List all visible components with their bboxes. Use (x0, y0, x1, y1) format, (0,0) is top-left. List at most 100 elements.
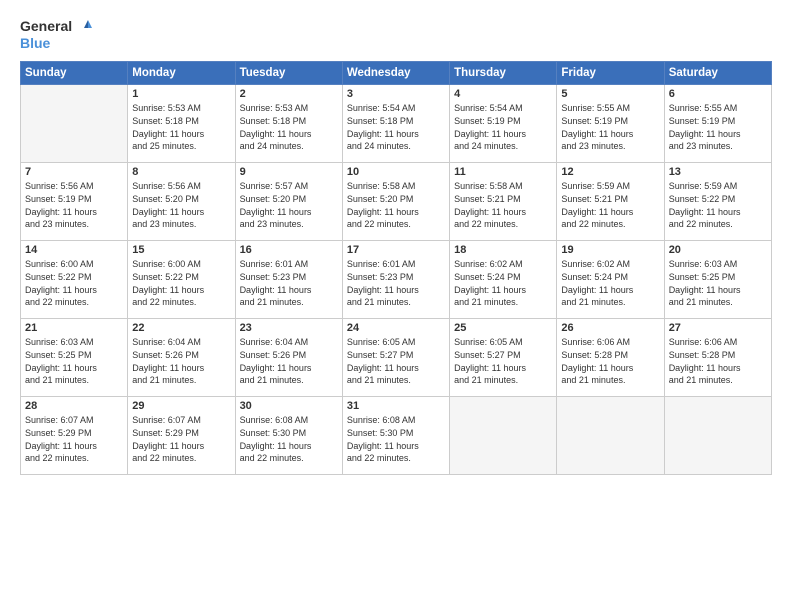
cell-info: Sunrise: 5:58 AM Sunset: 5:21 PM Dayligh… (454, 180, 552, 230)
cell-info: Sunrise: 6:03 AM Sunset: 5:25 PM Dayligh… (669, 258, 767, 308)
header-day-sunday: Sunday (21, 62, 128, 85)
day-number: 16 (240, 244, 338, 256)
cell-info: Sunrise: 6:07 AM Sunset: 5:29 PM Dayligh… (25, 414, 123, 464)
header-day-thursday: Thursday (450, 62, 557, 85)
header-day-monday: Monday (128, 62, 235, 85)
page-header: General Blue (20, 18, 772, 51)
cell-info: Sunrise: 5:55 AM Sunset: 5:19 PM Dayligh… (561, 102, 659, 152)
cell-info: Sunrise: 5:56 AM Sunset: 5:20 PM Dayligh… (132, 180, 230, 230)
day-number: 4 (454, 88, 552, 100)
calendar-cell: 17 Sunrise: 6:01 AM Sunset: 5:23 PM Dayli… (342, 241, 449, 319)
calendar-cell: 25 Sunrise: 6:05 AM Sunset: 5:27 PM Dayli… (450, 319, 557, 397)
day-number: 13 (669, 166, 767, 178)
day-number: 24 (347, 322, 445, 334)
calendar-cell: 22Sunrise: 6:04 AM Sunset: 5:26 PM Dayli… (128, 319, 235, 397)
cell-info: Sunrise: 5:53 AM Sunset: 5:18 PM Dayligh… (240, 102, 338, 152)
logo-bird-icon (74, 18, 92, 36)
cell-info: Sunrise: 6:02 AM Sunset: 5:24 PM Dayligh… (561, 258, 659, 308)
day-number: 21 (25, 322, 123, 334)
calendar-cell (450, 397, 557, 475)
day-number: 7 (25, 166, 123, 178)
calendar-week-row: 21 Sunrise: 6:03 AM Sunset: 5:25 PM Dayli… (21, 319, 772, 397)
cell-info: Sunrise: 5:56 AM Sunset: 5:19 PM Dayligh… (25, 180, 123, 230)
calendar-cell: 20 Sunrise: 6:03 AM Sunset: 5:25 PM Dayli… (664, 241, 771, 319)
calendar-cell: 1 Sunrise: 5:53 AM Sunset: 5:18 PM Daylig… (128, 85, 235, 163)
cell-info: Sunrise: 5:54 AM Sunset: 5:18 PM Dayligh… (347, 102, 445, 152)
day-number: 18 (454, 244, 552, 256)
calendar-cell (21, 85, 128, 163)
calendar-cell: 2 Sunrise: 5:53 AM Sunset: 5:18 PM Daylig… (235, 85, 342, 163)
cell-info: Sunrise: 6:06 AM Sunset: 5:28 PM Dayligh… (561, 336, 659, 386)
calendar-week-row: 14 Sunrise: 6:00 AM Sunset: 5:22 PM Dayli… (21, 241, 772, 319)
calendar-cell: 14 Sunrise: 6:00 AM Sunset: 5:22 PM Dayli… (21, 241, 128, 319)
calendar-week-row: 1 Sunrise: 5:53 AM Sunset: 5:18 PM Daylig… (21, 85, 772, 163)
calendar-table: SundayMondayTuesdayWednesdayThursdayFrid… (20, 61, 772, 475)
calendar-cell: 16 Sunrise: 6:01 AM Sunset: 5:23 PM Dayli… (235, 241, 342, 319)
cell-info: Sunrise: 6:00 AM Sunset: 5:22 PM Dayligh… (25, 258, 123, 308)
cell-info: Sunrise: 6:02 AM Sunset: 5:24 PM Dayligh… (454, 258, 552, 308)
cell-info: Sunrise: 6:05 AM Sunset: 5:27 PM Dayligh… (347, 336, 445, 386)
day-number: 14 (25, 244, 123, 256)
day-number: 27 (669, 322, 767, 334)
day-number: 29 (132, 400, 230, 412)
calendar-cell: 6 Sunrise: 5:55 AM Sunset: 5:19 PM Daylig… (664, 85, 771, 163)
cell-info: Sunrise: 6:06 AM Sunset: 5:28 PM Dayligh… (669, 336, 767, 386)
day-number: 6 (669, 88, 767, 100)
calendar-cell (664, 397, 771, 475)
day-number: 20 (669, 244, 767, 256)
cell-info: Sunrise: 5:58 AM Sunset: 5:20 PM Dayligh… (347, 180, 445, 230)
calendar-cell: 13 Sunrise: 5:59 AM Sunset: 5:22 PM Dayli… (664, 163, 771, 241)
cell-info: Sunrise: 6:05 AM Sunset: 5:27 PM Dayligh… (454, 336, 552, 386)
day-number: 1 (132, 88, 230, 100)
calendar-cell: 12 Sunrise: 5:59 AM Sunset: 5:21 PM Dayli… (557, 163, 664, 241)
header-day-wednesday: Wednesday (342, 62, 449, 85)
cell-info: Sunrise: 5:59 AM Sunset: 5:22 PM Dayligh… (669, 180, 767, 230)
day-number: 28 (25, 400, 123, 412)
calendar-cell (557, 397, 664, 475)
calendar-cell: 29 Sunrise: 6:07 AM Sunset: 5:29 PM Dayli… (128, 397, 235, 475)
cell-info: Sunrise: 6:07 AM Sunset: 5:29 PM Dayligh… (132, 414, 230, 464)
calendar-cell: 23 Sunrise: 6:04 AM Sunset: 5:26 PM Dayli… (235, 319, 342, 397)
cell-info: Sunrise: 6:04 AM Sunset: 5:26 PM Dayligh… (240, 336, 338, 386)
cell-info: Sunrise: 6:08 AM Sunset: 5:30 PM Dayligh… (240, 414, 338, 464)
day-number: 11 (454, 166, 552, 178)
calendar-cell: 21 Sunrise: 6:03 AM Sunset: 5:25 PM Dayli… (21, 319, 128, 397)
day-number: 5 (561, 88, 659, 100)
calendar-cell: 31Sunrise: 6:08 AM Sunset: 5:30 PM Dayli… (342, 397, 449, 475)
day-number: 12 (561, 166, 659, 178)
calendar-cell: 18 Sunrise: 6:02 AM Sunset: 5:24 PM Dayli… (450, 241, 557, 319)
day-number: 26 (561, 322, 659, 334)
header-day-friday: Friday (557, 62, 664, 85)
logo: General Blue (20, 18, 92, 51)
day-number: 25 (454, 322, 552, 334)
day-number: 19 (561, 244, 659, 256)
day-number: 3 (347, 88, 445, 100)
day-number: 23 (240, 322, 338, 334)
logo-blue: Blue (20, 36, 92, 51)
calendar-cell: 7 Sunrise: 5:56 AM Sunset: 5:19 PM Daylig… (21, 163, 128, 241)
cell-info: Sunrise: 5:55 AM Sunset: 5:19 PM Dayligh… (669, 102, 767, 152)
calendar-cell: 9Sunrise: 5:57 AM Sunset: 5:20 PM Daylig… (235, 163, 342, 241)
cell-info: Sunrise: 5:59 AM Sunset: 5:21 PM Dayligh… (561, 180, 659, 230)
calendar-cell: 28 Sunrise: 6:07 AM Sunset: 5:29 PM Dayli… (21, 397, 128, 475)
cell-info: Sunrise: 6:01 AM Sunset: 5:23 PM Dayligh… (347, 258, 445, 308)
cell-info: Sunrise: 6:08 AM Sunset: 5:30 PM Dayligh… (347, 414, 445, 464)
calendar-cell: 11 Sunrise: 5:58 AM Sunset: 5:21 PM Dayli… (450, 163, 557, 241)
day-number: 10 (347, 166, 445, 178)
calendar-cell: 3 Sunrise: 5:54 AM Sunset: 5:18 PM Daylig… (342, 85, 449, 163)
calendar-week-row: 7 Sunrise: 5:56 AM Sunset: 5:19 PM Daylig… (21, 163, 772, 241)
day-number: 2 (240, 88, 338, 100)
header-day-tuesday: Tuesday (235, 62, 342, 85)
day-number: 17 (347, 244, 445, 256)
calendar-cell: 26 Sunrise: 6:06 AM Sunset: 5:28 PM Dayli… (557, 319, 664, 397)
cell-info: Sunrise: 5:53 AM Sunset: 5:18 PM Dayligh… (132, 102, 230, 152)
cell-info: Sunrise: 6:01 AM Sunset: 5:23 PM Dayligh… (240, 258, 338, 308)
calendar-cell: 27 Sunrise: 6:06 AM Sunset: 5:28 PM Dayli… (664, 319, 771, 397)
header-day-saturday: Saturday (664, 62, 771, 85)
cell-info: Sunrise: 6:03 AM Sunset: 5:25 PM Dayligh… (25, 336, 123, 386)
cell-info: Sunrise: 5:54 AM Sunset: 5:19 PM Dayligh… (454, 102, 552, 152)
day-number: 8 (132, 166, 230, 178)
calendar-cell: 5 Sunrise: 5:55 AM Sunset: 5:19 PM Daylig… (557, 85, 664, 163)
calendar-header-row: SundayMondayTuesdayWednesdayThursdayFrid… (21, 62, 772, 85)
cell-info: Sunrise: 5:57 AM Sunset: 5:20 PM Dayligh… (240, 180, 338, 230)
